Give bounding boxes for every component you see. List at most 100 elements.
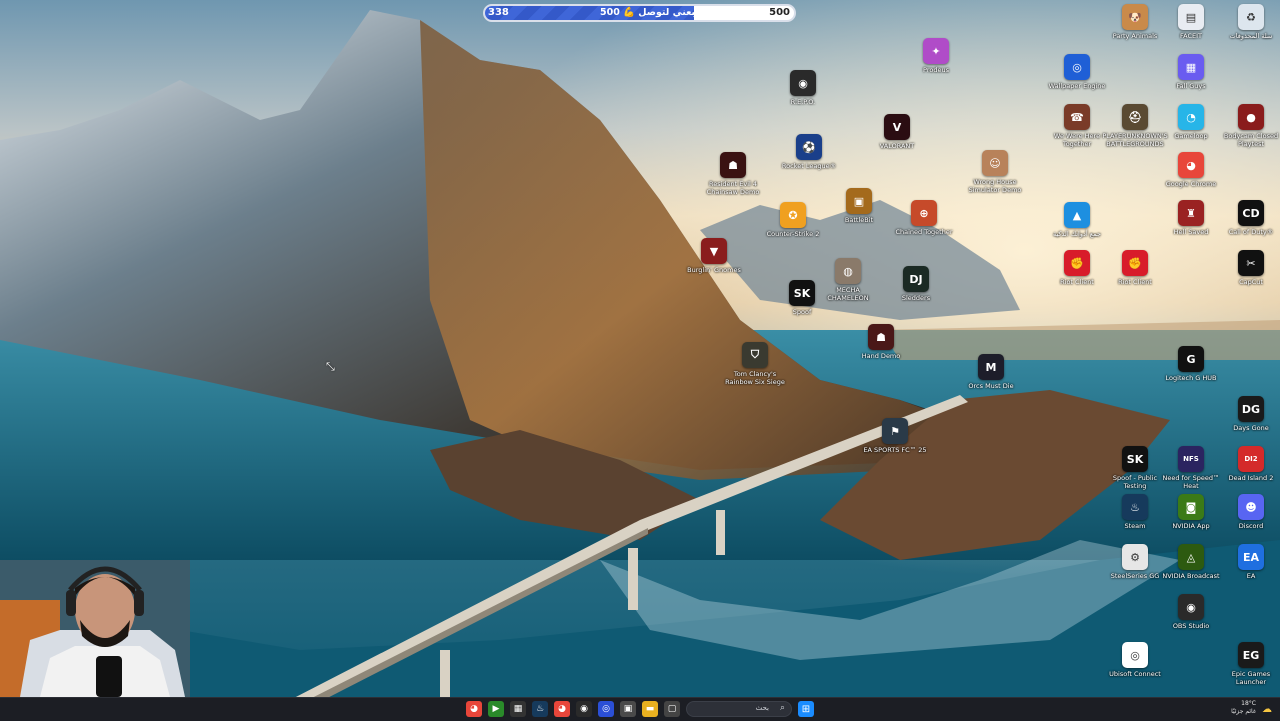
windows-start-button[interactable]: ⊞ xyxy=(798,701,814,717)
goal-label-text: تابعني لتوصل xyxy=(638,7,703,18)
grid-taskbar-icon[interactable]: ▦ xyxy=(510,701,526,717)
desktop-icon[interactable]: ◉ OBS Studio xyxy=(1158,594,1224,630)
desktop-icon-label: Epic Games Launcher xyxy=(1231,670,1271,686)
desktop-icon[interactable]: CD Call of Duty® xyxy=(1218,200,1280,236)
desktop-icon[interactable]: ▲ جمع أدواتك الذكية xyxy=(1044,202,1110,238)
fc25-icon: ⚑ xyxy=(882,418,908,444)
desktop-icon[interactable]: ◎ Ubisoft Connect xyxy=(1102,642,1168,678)
steam-taskbar-icon[interactable]: ♨ xyxy=(532,701,548,717)
ea-icon: EA xyxy=(1238,544,1264,570)
desktop-icon-label: NVIDIA App xyxy=(1172,522,1210,530)
desktop-icon-label: Chained Together xyxy=(895,228,953,236)
desktop-icon[interactable]: ☻ Discord xyxy=(1218,494,1280,530)
desktop-icon[interactable]: ♻ سلة المحذوفات xyxy=(1218,4,1280,40)
desktop-icon[interactable]: ⚑ EA SPORTS FC™ 25 xyxy=(862,418,928,454)
system-tray-weather[interactable]: 18°C غائم جزئيًا xyxy=(1231,700,1256,716)
desktop-icon-label: NVIDIA Broadcast xyxy=(1162,572,1220,580)
walkie-icon: ☎ xyxy=(1064,104,1090,130)
desktop-icon-label: Prodeus xyxy=(923,66,949,74)
desktop-icon[interactable]: SK Spoof xyxy=(769,280,835,316)
chrome-taskbar-icon[interactable]: ◕ xyxy=(466,701,482,717)
desktop-icon-label: Discord xyxy=(1238,522,1264,530)
desktop-icon-label: Riot Client xyxy=(1060,278,1094,286)
desktop-icon[interactable]: ☎ We Were Here Together xyxy=(1044,104,1110,148)
app-taskbar-icon[interactable]: ◎ xyxy=(598,701,614,717)
desktop-icon[interactable]: DJ Sledders xyxy=(883,266,949,302)
desktop-icon-label: OBS Studio xyxy=(1172,622,1210,630)
desktop-icon-label: FACEIT xyxy=(1179,32,1202,40)
desktop-icon[interactable]: EG Epic Games Launcher xyxy=(1218,642,1280,686)
obs-taskbar-icon[interactable]: ◉ xyxy=(576,701,592,717)
repo-icon: ◉ xyxy=(790,70,816,96)
desktop-icon[interactable]: ▣ BattleBit xyxy=(826,188,892,224)
desktop-icon-label: Hand Demo xyxy=(861,352,901,360)
weather-temperature: 18°C xyxy=(1241,700,1256,707)
desktop-icon[interactable]: ◬ NVIDIA Broadcast xyxy=(1158,544,1224,580)
capcut-icon: ✂ xyxy=(1238,250,1264,276)
taskbar-search-box[interactable]: بحث ⌕ xyxy=(686,701,792,717)
desktop-icon[interactable]: ▦ Fall Guys xyxy=(1158,54,1224,90)
steelseries-icon: ⚙ xyxy=(1122,544,1148,570)
desktop-icon-label: سلة المحذوفات xyxy=(1229,32,1273,40)
chained-together-icon: ⊕ xyxy=(911,200,937,226)
play-taskbar-icon[interactable]: ▶ xyxy=(488,701,504,717)
desktop-icon-label: Orcs Must Die xyxy=(968,382,1014,390)
desktop-icon[interactable]: ◉ R.E.P.O. xyxy=(770,70,836,106)
chameleon-icon: ◍ xyxy=(835,258,861,284)
desktop-icon[interactable]: DI2 Dead Island 2 xyxy=(1218,446,1280,482)
desktop-icon[interactable]: ◎ Wallpaper Engine xyxy=(1044,54,1110,90)
streamer-webcam-image xyxy=(0,560,190,697)
desktop-icon-label: Fall Guys xyxy=(1176,82,1206,90)
desktop-icon[interactable]: ☺ Wrong House Simulator Demo xyxy=(962,150,1028,194)
desktop-icon-label: Burglin' Gnomes xyxy=(687,266,741,274)
desktop-icon[interactable]: ● Bodycam Closed Playtest xyxy=(1218,104,1280,148)
desktop-icon[interactable]: ▤ FACEIT xyxy=(1158,4,1224,40)
desktop-icon[interactable]: ☗ Hand Demo xyxy=(848,324,914,360)
desktop-icon[interactable]: ♜ Hell Saved xyxy=(1158,200,1224,236)
desktop-icon[interactable]: ✂ CapCut xyxy=(1218,250,1280,286)
recycle-bin-icon: ♻ xyxy=(1238,4,1264,30)
desktop-icon[interactable]: EA EA xyxy=(1218,544,1280,580)
pubg-icon: ⛑ xyxy=(1122,104,1148,130)
valorant-icon: V xyxy=(884,114,910,140)
desktop-icon-label: BattleBit xyxy=(844,216,874,224)
desktop-icon[interactable]: V VALORANT xyxy=(864,114,930,150)
discord-icon: ☻ xyxy=(1238,494,1264,520)
desktop-icon[interactable]: ⛉ Tom Clancy's Rainbow Six Siege xyxy=(722,342,788,386)
hand-icon: ☗ xyxy=(868,324,894,350)
sk-icon: SK xyxy=(1122,446,1148,472)
window-taskbar-icon[interactable]: ▢ xyxy=(664,701,680,717)
folder-taskbar-icon[interactable]: ▬ xyxy=(642,701,658,717)
desktop-icon[interactable]: ☗ Resident Evil 4 Chainsaw Demo xyxy=(700,152,766,196)
desktop-icon[interactable]: ✦ Prodeus xyxy=(903,38,969,74)
store-taskbar-icon[interactable]: ▣ xyxy=(620,701,636,717)
desktop-icon-label: Ubisoft Connect xyxy=(1109,670,1161,678)
dog-icon: 🐶 xyxy=(1122,4,1148,30)
desktop-icon[interactable]: M Orcs Must Die xyxy=(958,354,1024,390)
desktop-icon[interactable]: ◕ Google Chrome xyxy=(1158,152,1224,188)
desktop-icon[interactable]: ▼ Burglin' Gnomes xyxy=(681,238,747,274)
desktop-icon[interactable]: ⊕ Chained Together xyxy=(891,200,957,236)
epic-games-icon: EG xyxy=(1238,642,1264,668)
nfs-icon: NFS xyxy=(1178,446,1204,472)
search-placeholder: بحث xyxy=(755,704,769,712)
desktop-icon[interactable]: ✊ Riot Client xyxy=(1044,250,1110,286)
goal-total-count: 500 xyxy=(769,7,790,18)
steam-icon: ♨ xyxy=(1122,494,1148,520)
desktop-icon-label: R.E.P.O. xyxy=(790,98,816,106)
search-icon: ⌕ xyxy=(779,703,785,713)
desktop-icon[interactable]: ⚽ Rocket League® xyxy=(776,134,842,170)
desktop-icon[interactable]: ◔ Gameloop xyxy=(1158,104,1224,140)
goal-current-count: 338 xyxy=(488,7,509,18)
desktop-icon-label: Sledders xyxy=(901,294,931,302)
weather-status: غائم جزئيًا xyxy=(1231,708,1256,715)
desktop-icon[interactable]: G Logitech G HUB xyxy=(1158,346,1224,382)
google-taskbar-icon[interactable]: ◕ xyxy=(554,701,570,717)
desktop-icon[interactable]: ◙ NVIDIA App xyxy=(1158,494,1224,530)
desktop-icon-label: Logitech G HUB xyxy=(1165,374,1217,382)
desktop-icon[interactable]: NFS Need for Speed™ Heat xyxy=(1158,446,1224,490)
desktop-icon-label: Spoof xyxy=(792,308,812,316)
desktop-icon[interactable]: ✪ Counter-Strike 2 xyxy=(760,202,826,238)
desktop-icon[interactable]: ✊ Riot Client xyxy=(1102,250,1168,286)
desktop-icon[interactable]: DG Days Gone xyxy=(1218,396,1280,432)
